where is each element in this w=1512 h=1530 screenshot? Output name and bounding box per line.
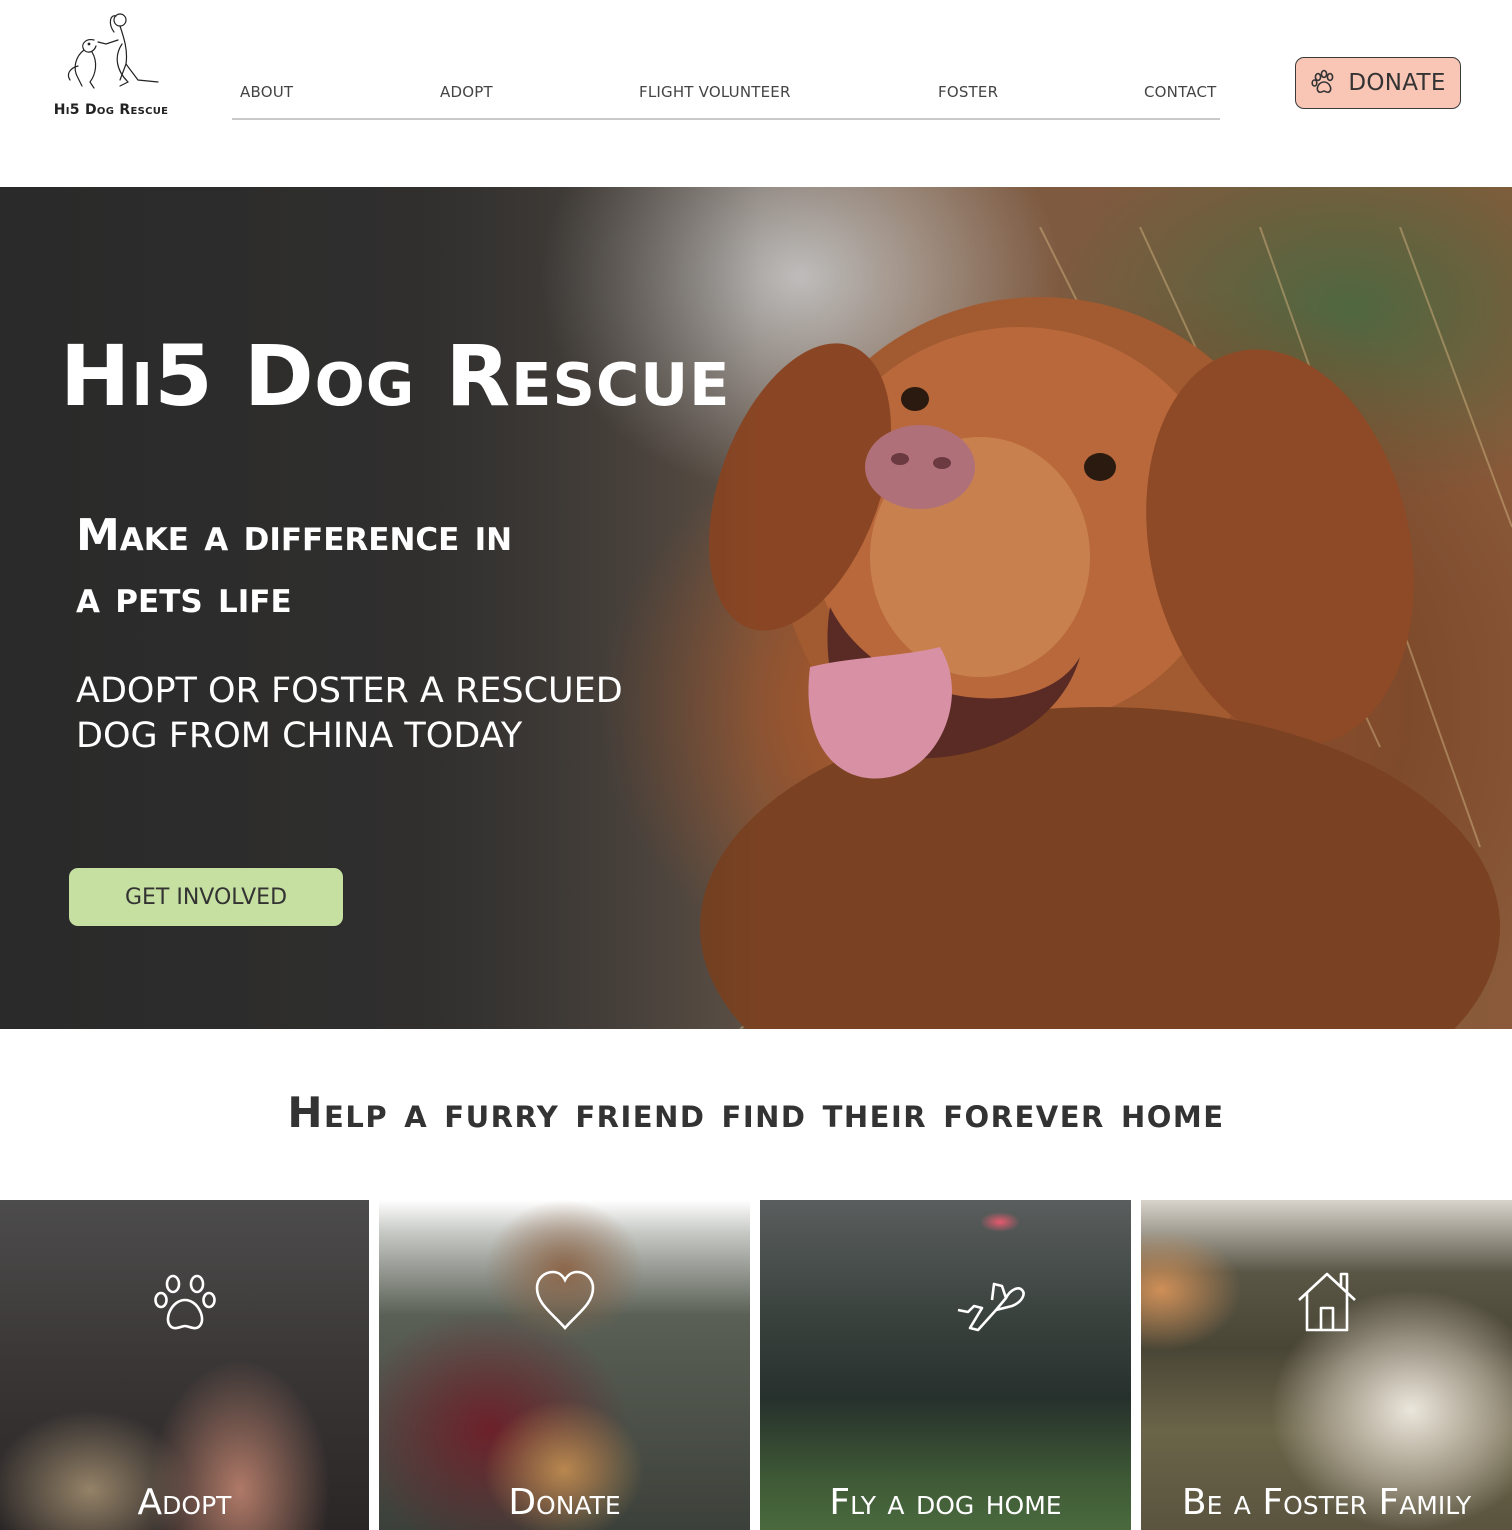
card-label: Adopt <box>137 1482 232 1523</box>
paw-icon <box>1311 69 1334 94</box>
logo-drawing-icon <box>67 13 159 89</box>
main-nav: ABOUT ADOPT FLIGHT VOLUNTEER FOSTER CONT… <box>232 80 1220 120</box>
donate-label: DONATE <box>1348 70 1446 96</box>
heart-icon <box>535 1270 594 1330</box>
site-header: Hi5 Dog Rescue ABOUT ADOPT FLIGHT VOLUNT… <box>0 0 1512 187</box>
card-adopt[interactable]: Adopt <box>0 1200 369 1530</box>
hero-tagline-line: DOG FROM CHINA TODAY <box>76 716 523 756</box>
card-label: Fly a dog home <box>829 1482 1062 1523</box>
hero-subtitle: Make a difference in a pets life <box>76 505 676 629</box>
hero-tagline-line: ADOPT OR FOSTER A RESCUED <box>76 671 623 711</box>
nav-item-about[interactable]: ABOUT <box>240 83 293 101</box>
hero-title: Hi5 Dog Rescue <box>60 327 731 425</box>
hero-subtitle-line: a pets life <box>76 572 292 623</box>
hero-tagline: ADOPT OR FOSTER A RESCUED DOG FROM CHINA… <box>76 669 696 759</box>
card-label: Be a Foster Family <box>1181 1482 1472 1523</box>
nav-item-flight-volunteer[interactable]: FLIGHT VOLUNTEER <box>639 83 791 101</box>
house-icon <box>1297 1272 1356 1332</box>
card-donate[interactable]: Donate <box>379 1200 750 1530</box>
donate-button[interactable]: DONATE <box>1295 57 1461 109</box>
nav-item-foster[interactable]: FOSTER <box>938 83 998 101</box>
card-label: Donate <box>508 1482 621 1523</box>
card-fly-a-dog-home[interactable]: Fly a dog home <box>760 1200 1131 1530</box>
hero-banner: Hi5 Dog Rescue Make a difference in a pe… <box>0 187 1512 1029</box>
dog-photo-illustration <box>700 227 1512 1029</box>
logo-wordmark: Hi5 Dog Rescue <box>53 102 169 118</box>
nav-item-contact[interactable]: CONTACT <box>1144 83 1217 101</box>
get-involved-button[interactable]: GET INVOLVED <box>68 867 344 927</box>
card-be-a-foster-family[interactable]: Be a Foster Family <box>1141 1200 1512 1530</box>
section-title: Help a furry friend find their forever h… <box>287 1088 1225 1137</box>
nav-item-adopt[interactable]: ADOPT <box>440 83 493 101</box>
brand-logo[interactable]: Hi5 Dog Rescue <box>40 10 182 125</box>
airplane-icon <box>957 1282 1025 1332</box>
hero-subtitle-line: Make a difference in <box>76 510 513 561</box>
paw-icon <box>153 1274 216 1330</box>
